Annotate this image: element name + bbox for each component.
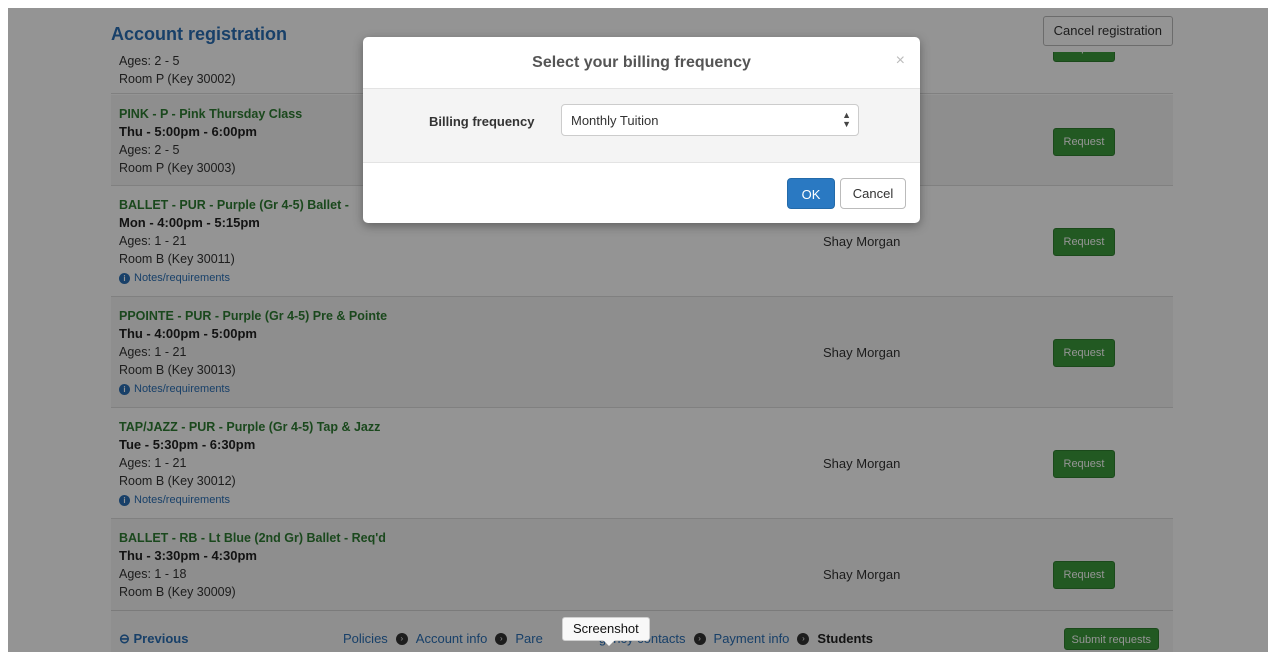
billing-frequency-select[interactable]: Monthly Tuition ▲ ▼ [561, 104, 859, 136]
dialog-body: Billing frequency Monthly Tuition ▲ ▼ [363, 89, 920, 163]
billing-frequency-dialog: Select your billing frequency × Billing … [363, 37, 920, 223]
page: Account registration Cancel registration… [0, 0, 1276, 652]
billing-frequency-label: Billing frequency [429, 114, 535, 129]
cancel-button[interactable]: Cancel [840, 178, 906, 209]
dialog-title: Select your billing frequency [532, 54, 751, 71]
selected-option: Monthly Tuition [571, 113, 659, 128]
ok-button[interactable]: OK [787, 178, 835, 209]
dialog-header: Select your billing frequency × [363, 37, 920, 89]
screenshot-tooltip: Screenshot [562, 617, 650, 646]
close-icon[interactable]: × [896, 52, 905, 70]
select-arrows-icon: ▲ ▼ [842, 110, 851, 129]
